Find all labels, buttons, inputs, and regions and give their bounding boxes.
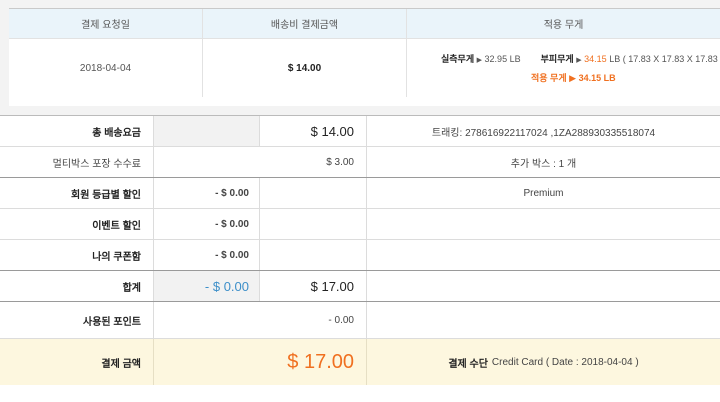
payment-summary-table: 결제 요청일 배송비 결제금액 적용 무게 2018-04-04 $ 14.00… [9,8,720,106]
event-discount-empty [260,209,367,239]
total-shipping-label: 총 배송요금 [0,116,154,146]
applied-weight-label: 적용 무게 [531,73,567,83]
payment-value: $ 17.00 [154,339,367,385]
extra-box-count: 추가 박스 : 1 개 [510,158,577,170]
member-grade: Premium [523,187,564,199]
actual-weight-label: 실측무게 [441,54,475,64]
total-shipping-discount-cell [154,116,260,146]
shipping-amount-value: $ 14.00 [287,62,322,74]
payment-row: 결제 금액 $ 17.00 결제 수단 Credit Card ( Date :… [0,339,720,385]
multibox-value: $ 3.00 [154,147,367,177]
sum-row: 합계 - $ 0.00 $ 17.00 [0,271,720,302]
request-date-value: 2018-04-04 [9,39,203,97]
payment-method-value: Credit Card ( Date : 2018-04-04 ) [491,356,639,368]
total-shipping-value: $ 14.00 [260,116,367,146]
arrow-right-icon: ▶ [569,73,577,83]
weight-line: 실측무게 ▶ 32.95 LB 부피무게 ▶ 34.15 LB ( 17.83 … [441,52,720,65]
summary-header-row: 결제 요청일 배송비 결제금액 적용 무게 [9,9,720,39]
member-discount-value: - $ 0.00 [154,178,260,208]
multibox-row: 멀티박스 포장 수수료 $ 3.00 추가 박스 : 1 개 [0,147,720,178]
points-row: 사용된 포인트 - 0.00 [0,302,720,339]
payment-method: 결제 수단 Credit Card ( Date : 2018-04-04 ) [367,339,720,385]
sum-total: $ 17.00 [260,271,367,301]
sum-note [367,271,720,301]
weight-cell: 실측무게 ▶ 32.95 LB 부피무게 ▶ 34.15 LB ( 17.83 … [407,39,720,97]
total-shipping-row: 총 배송요금 $ 14.00 트래킹: 278616922117024 ,1ZA… [0,116,720,147]
event-discount-label: 이벤트 할인 [0,209,154,239]
member-discount-row: 회원 등급별 할인 - $ 0.00 Premium [0,178,720,209]
volume-weight-detail: LB ( 17.83 X 17.83 X 17.83 ) [609,54,720,64]
member-discount-label: 회원 등급별 할인 [0,178,154,208]
points-value: - 0.00 [154,302,367,338]
payment-detail-table: 총 배송요금 $ 14.00 트래킹: 278616922117024 ,1ZA… [0,115,720,402]
volume-weight-label: 부피무게 [540,54,574,64]
volume-weight-value: 34.15 [584,54,607,64]
summary-body-row: 2018-04-04 $ 14.00 실측무게 ▶ 32.95 LB 부피무게 … [9,39,720,97]
coupon-note [367,240,720,270]
coupon-row: 나의 쿠폰함 - $ 0.00 [0,240,720,271]
payment-label: 결제 금액 [0,339,154,385]
event-discount-value: - $ 0.00 [154,209,260,239]
event-discount-row: 이벤트 할인 - $ 0.00 [0,209,720,240]
sum-label: 합계 [0,271,154,301]
tracking-numbers: 트래킹: 278616922117024 ,1ZA288930335518074 [431,127,656,139]
header-request-date: 결제 요청일 [9,9,203,38]
event-discount-note [367,209,720,239]
coupon-empty [260,240,367,270]
actual-weight-value: 32.95 LB [484,54,521,64]
header-applied-weight: 적용 무게 [543,20,584,31]
payment-method-label: 결제 수단 [448,358,488,370]
multibox-label: 멀티박스 포장 수수료 [0,147,154,177]
coupon-label: 나의 쿠폰함 [0,240,154,270]
applied-weight-value: 34.15 LB [578,73,616,83]
points-label: 사용된 포인트 [0,302,154,338]
arrow-right-icon: ▶ [476,57,483,64]
shipping-amount-cell: $ 14.00 [203,39,407,97]
coupon-value: - $ 0.00 [154,240,260,270]
points-note [367,302,720,338]
sum-discount: - $ 0.00 [154,271,260,301]
header-shipping-amount: 배송비 결제금액 [203,9,407,38]
member-discount-empty [260,178,367,208]
applied-weight-line: 적용 무게 ▶ 34.15 LB [441,71,616,84]
arrow-right-icon: ▶ [576,57,582,64]
